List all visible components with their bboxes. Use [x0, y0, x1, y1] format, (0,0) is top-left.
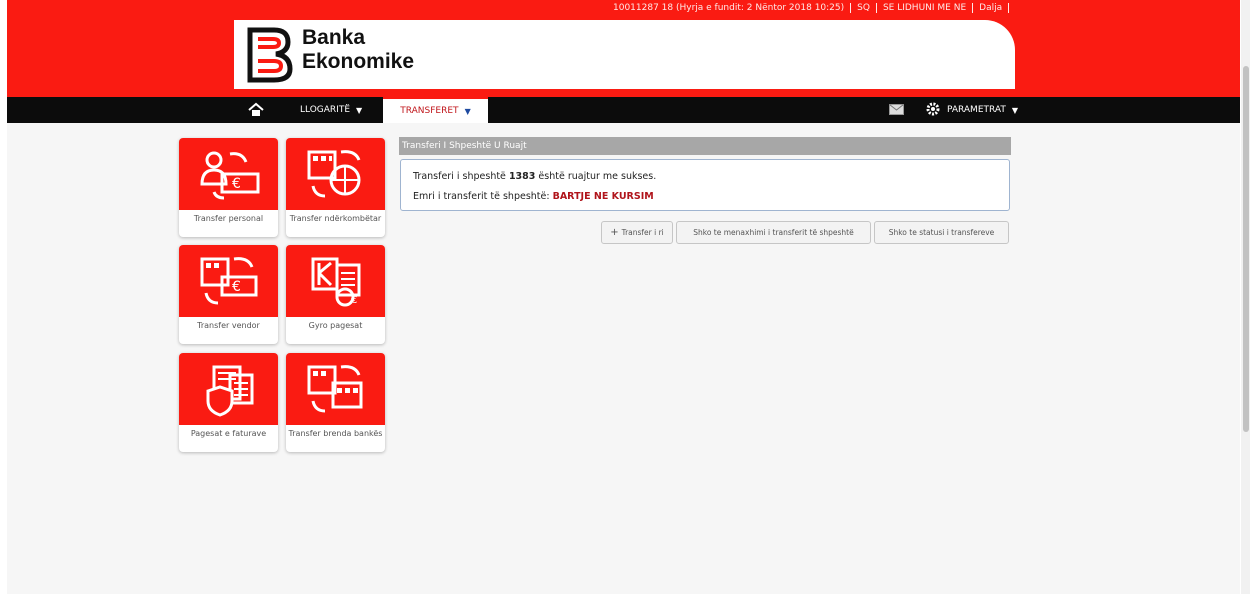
giro-payment-icon: €	[286, 245, 385, 317]
gear-icon[interactable]	[925, 101, 941, 117]
transfer-status-button[interactable]: Shko te statusi i transfereve	[874, 221, 1009, 244]
personal-transfer-icon: €	[179, 138, 278, 210]
success-message: Transferi i shpeshtë 1383 është ruajtur …	[413, 171, 656, 182]
tile-label: Transfer personal	[193, 214, 264, 223]
svg-text:€: €	[232, 279, 241, 295]
manage-label: Shko te menaxhimi i transferit të shpesh…	[693, 228, 854, 237]
domestic-transfer-icon: €	[179, 245, 278, 317]
message-prefix: Transferi i shpeshtë	[413, 171, 506, 182]
bank-name-line2: Ekonomike	[302, 50, 415, 73]
tile-giro-payments[interactable]: € Gyro pagesat	[286, 245, 385, 344]
nav-transfers[interactable]: TRANSFERET ▼	[383, 97, 488, 123]
new-transfer-button[interactable]: + Transfer i ri	[601, 221, 673, 244]
status-label: Shko te statusi i transfereve	[888, 228, 995, 237]
internal-transfer-icon	[286, 353, 385, 425]
chevron-down-icon: ▼	[464, 106, 471, 116]
transfer-id: 1383	[508, 171, 536, 182]
nav-transfers-label: TRANSFERET	[400, 106, 459, 116]
chevron-down-icon: ▼	[356, 105, 363, 115]
tile-bill-payments[interactable]: Pagesat e faturave	[179, 353, 278, 452]
nav-settings[interactable]: PARAMETRAT ▼	[947, 97, 1018, 123]
header-band: 10011287 18 (Hyrja e fundit: 2 Nëntor 20…	[7, 0, 1240, 97]
transfer-name-line: Emri i transferit të shpeshtë: BARTJE NE…	[413, 191, 654, 202]
home-icon[interactable]	[247, 101, 265, 119]
scrollbar-thumb[interactable]	[1243, 66, 1249, 432]
tile-internal-transfer[interactable]: Transfer brenda bankës	[286, 353, 385, 452]
nav-settings-label: PARAMETRAT	[947, 105, 1006, 115]
bank-name: Banka Ekonomike	[302, 26, 414, 74]
manage-frequent-transfer-button[interactable]: Shko te menaxhimi i transferit të shpesh…	[676, 221, 871, 244]
svg-text:€: €	[232, 176, 241, 192]
nav-accounts-label: LLOGARITË	[300, 105, 351, 115]
bank-logo-icon	[247, 27, 293, 83]
nav-accounts[interactable]: LLOGARITË ▼	[300, 97, 362, 123]
last-login-text: 10011287 18 (Hyrja e fundit: 2 Nëntor 20…	[607, 2, 852, 13]
tile-domestic-transfer[interactable]: € Transfer vendor	[179, 245, 278, 344]
bank-name-line1: Banka	[302, 26, 366, 49]
logo-card: Banka Ekonomike	[234, 20, 1015, 89]
international-transfer-icon	[286, 138, 385, 210]
tile-label: Transfer brenda bankës	[288, 429, 383, 438]
chevron-down-icon: ▼	[1011, 105, 1019, 115]
transfer-name-value: BARTJE NE KURSIM	[552, 191, 654, 202]
plus-icon: +	[610, 227, 619, 238]
tile-label: Transfer ndërkombëtar	[289, 214, 382, 223]
logout-link[interactable]: Dalja	[973, 2, 1010, 13]
contact-link[interactable]: SE LIDHUNI ME NE	[877, 2, 974, 13]
main-navbar: LLOGARITË ▼ TRANSFERET ▼ PARAMETRAT ▼	[7, 97, 1240, 123]
tile-label: Transfer vendor	[197, 321, 260, 330]
page: 10011287 18 (Hyrja e fundit: 2 Nëntor 20…	[7, 0, 1240, 594]
tile-label: Pagesat e faturave	[190, 429, 267, 438]
user-info-bar: 10011287 18 (Hyrja e fundit: 2 Nëntor 20…	[607, 0, 1010, 15]
tile-international-transfer[interactable]: Transfer ndërkombëtar	[286, 138, 385, 237]
message-suffix: është ruajtur me sukses.	[538, 171, 657, 182]
svg-text:€: €	[351, 295, 357, 306]
success-message-box: Transferi i shpeshtë 1383 është ruajtur …	[400, 159, 1010, 211]
language-link[interactable]: SQ	[851, 2, 877, 13]
mail-icon[interactable]	[889, 104, 904, 115]
tile-label: Gyro pagesat	[308, 321, 363, 330]
new-transfer-label: Transfer i ri	[621, 228, 664, 237]
panel-title: Transferi I Shpeshtë U Ruajt	[399, 137, 1011, 155]
bill-payment-icon	[179, 353, 278, 425]
transfer-name-label: Emri i transferit të shpeshtë:	[413, 191, 550, 202]
tile-personal-transfer[interactable]: € Transfer personal	[179, 138, 278, 237]
